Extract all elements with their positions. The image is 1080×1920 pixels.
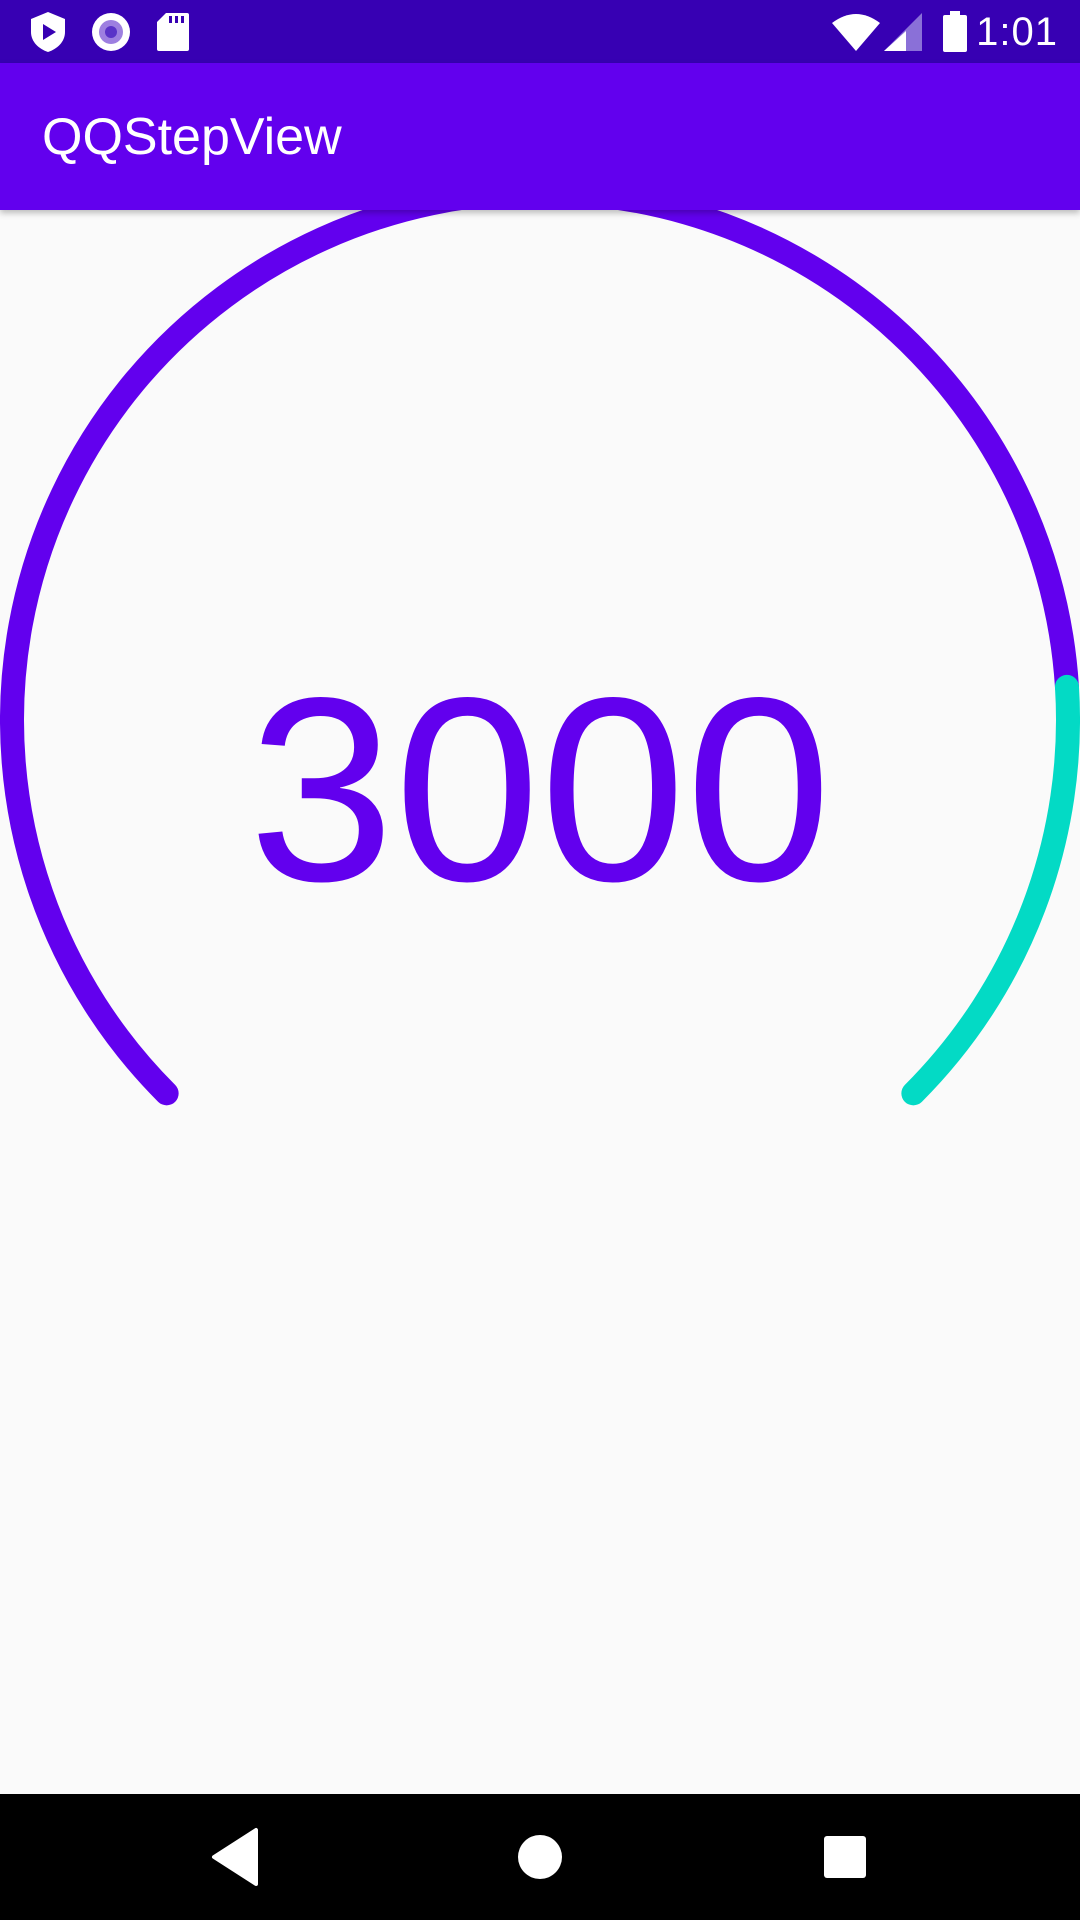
app-bar: QQStepView [0, 63, 1080, 210]
shield-play-icon [31, 12, 65, 52]
battery-icon [943, 11, 967, 52]
navigation-bar [0, 1794, 1080, 1920]
sd-card-icon [157, 13, 189, 51]
content-area: 3000 [0, 180, 1080, 1794]
recents-icon[interactable] [810, 1822, 880, 1892]
cell-signal-icon [884, 13, 922, 51]
status-time: 1:01 [976, 10, 1058, 54]
status-bar: 1:01 [0, 0, 1080, 63]
record-icon [92, 13, 130, 51]
home-icon[interactable] [505, 1822, 575, 1892]
step-count: 3000 [248, 643, 832, 936]
back-icon[interactable] [200, 1822, 270, 1892]
wifi-icon [832, 14, 880, 51]
app-title: QQStepView [42, 108, 342, 166]
